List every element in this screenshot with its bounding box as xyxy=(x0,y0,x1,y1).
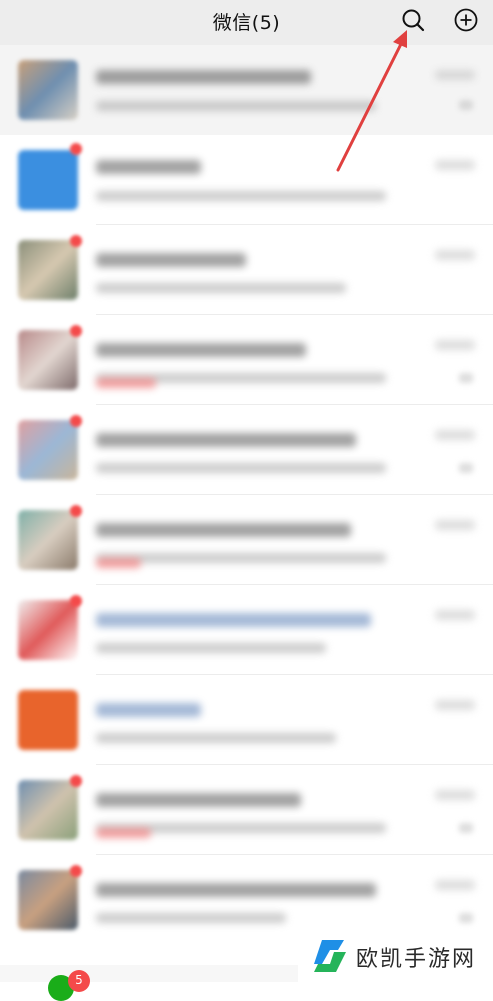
unread-badge xyxy=(70,595,82,607)
chat-item[interactable] xyxy=(0,225,493,315)
chat-preview-blurred xyxy=(96,283,346,293)
avatar xyxy=(18,870,78,930)
chat-title-blurred xyxy=(96,613,371,627)
chat-time-blurred xyxy=(435,790,475,800)
avatar xyxy=(18,240,78,300)
watermark-logo-icon xyxy=(314,940,346,972)
unread-badge xyxy=(70,865,82,877)
chat-item[interactable] xyxy=(0,765,493,855)
chat-time-blurred xyxy=(435,160,475,170)
chat-item[interactable] xyxy=(0,405,493,495)
avatar xyxy=(18,600,78,660)
chat-list xyxy=(0,45,493,965)
chat-time-blurred xyxy=(435,70,475,80)
watermark-text: 欧凯手游网 xyxy=(356,947,477,972)
unread-badge xyxy=(70,143,82,155)
mute-icon xyxy=(459,913,473,923)
mute-icon xyxy=(459,463,473,473)
mute-icon xyxy=(459,373,473,383)
unread-badge xyxy=(70,235,82,247)
chat-item[interactable] xyxy=(0,45,493,135)
chat-preview-blurred xyxy=(96,643,326,653)
avatar xyxy=(18,60,78,120)
chats-unread-badge: 5 xyxy=(68,970,90,992)
chat-title-blurred xyxy=(96,160,201,174)
avatar xyxy=(18,150,78,210)
chat-preview-blurred xyxy=(96,733,336,743)
chat-preview-blurred xyxy=(96,823,386,838)
avatar xyxy=(18,510,78,570)
chat-preview-blurred xyxy=(96,463,386,473)
top-bar: 微信(5) xyxy=(0,0,493,45)
chat-time-blurred xyxy=(435,610,475,620)
chat-time-blurred xyxy=(435,250,475,260)
chat-item[interactable] xyxy=(0,135,493,225)
chat-preview-blurred xyxy=(96,553,386,568)
chat-title-blurred xyxy=(96,70,311,84)
avatar xyxy=(18,420,78,480)
unread-badge xyxy=(70,775,82,787)
search-icon[interactable] xyxy=(398,5,428,35)
chat-item[interactable] xyxy=(0,315,493,405)
chat-time-blurred xyxy=(435,520,475,530)
avatar xyxy=(18,690,78,750)
chat-title-blurred xyxy=(96,253,246,267)
chat-time-blurred xyxy=(435,340,475,350)
chat-title-blurred xyxy=(96,343,306,357)
chat-item[interactable] xyxy=(0,495,493,585)
chat-preview-blurred xyxy=(96,913,286,923)
unread-badge xyxy=(70,415,82,427)
chat-title-blurred xyxy=(96,793,301,807)
chat-title-blurred xyxy=(96,523,351,537)
chat-time-blurred xyxy=(435,700,475,710)
chat-title-blurred xyxy=(96,883,376,897)
chat-item[interactable] xyxy=(0,675,493,765)
avatar xyxy=(18,780,78,840)
chat-preview-blurred xyxy=(96,373,386,388)
unread-badge xyxy=(70,505,82,517)
avatar xyxy=(18,330,78,390)
chat-title-blurred xyxy=(96,703,201,717)
unread-badge xyxy=(70,325,82,337)
mute-icon xyxy=(459,100,473,110)
chat-time-blurred xyxy=(435,430,475,440)
chat-preview-blurred xyxy=(96,191,386,201)
chat-item[interactable] xyxy=(0,585,493,675)
mute-icon xyxy=(459,823,473,833)
watermark: 欧凯手游网 xyxy=(298,930,493,982)
chat-title-blurred xyxy=(96,433,356,447)
chat-time-blurred xyxy=(435,880,475,890)
plus-circle-icon[interactable] xyxy=(451,5,481,35)
chat-preview-blurred xyxy=(96,101,376,111)
